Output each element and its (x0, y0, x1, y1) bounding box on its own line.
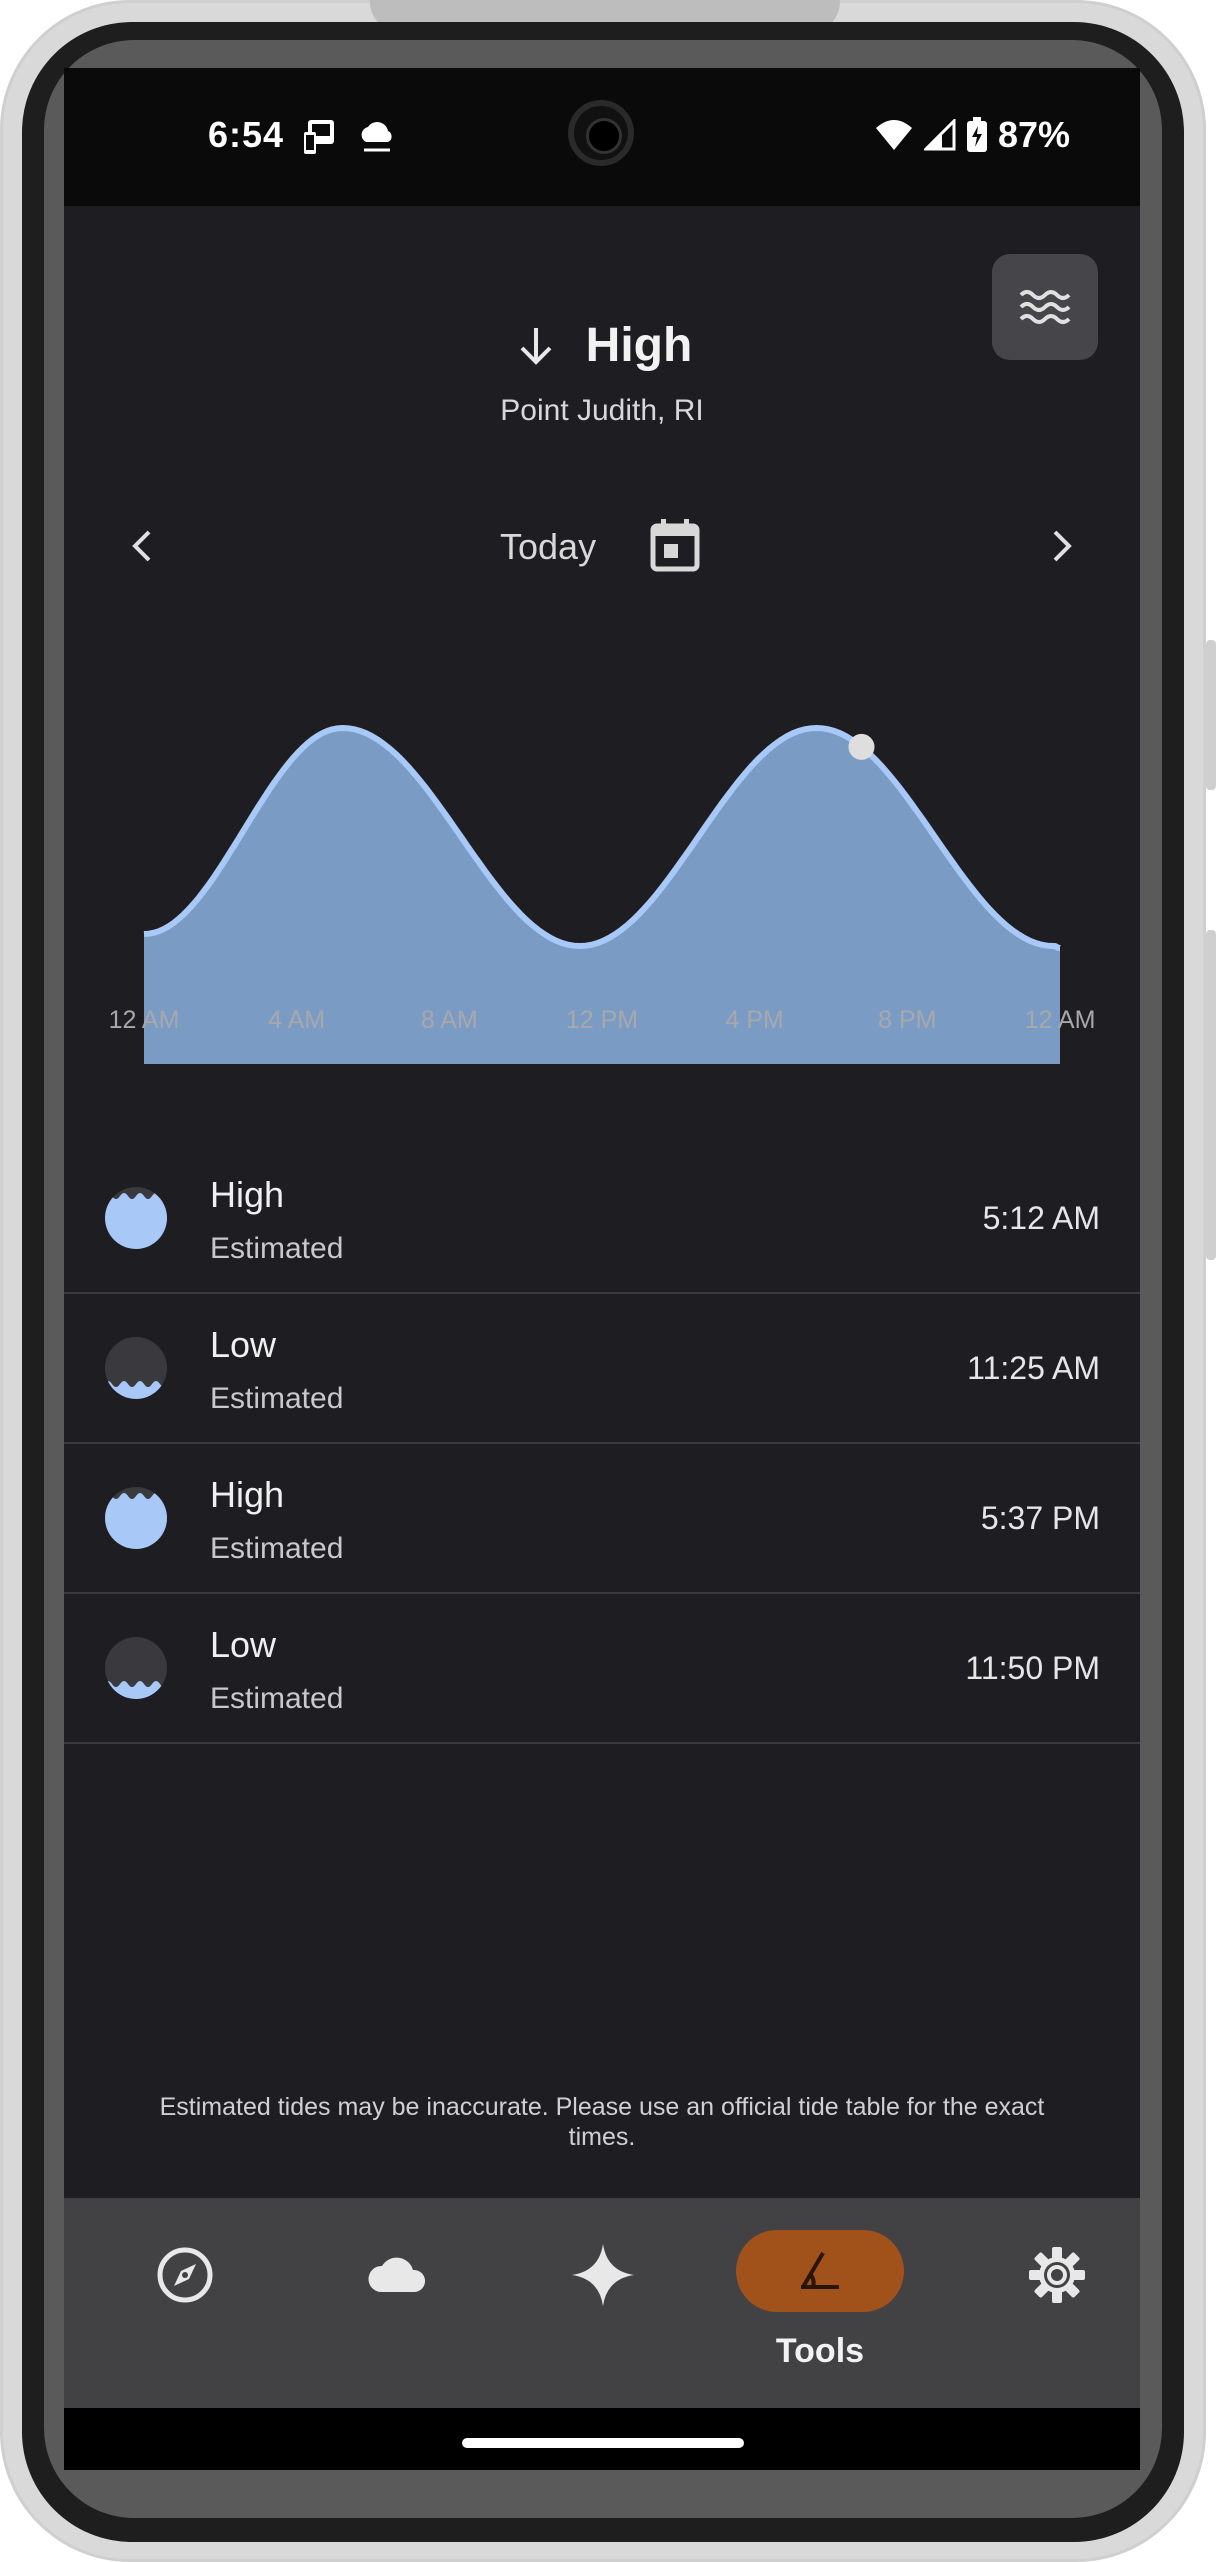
low-tide-icon (105, 1637, 167, 1699)
signal-icon (923, 119, 956, 151)
location-label: Point Judith, RI (500, 394, 704, 427)
volume-button (1206, 640, 1216, 790)
gear-icon (1029, 2247, 1085, 2303)
tide-list: High Estimated 5:12 AM Low Estimated 11:… (64, 1144, 1140, 1744)
tide-subtitle: Estimated (210, 1682, 344, 1715)
disclaimer-text: Estimated tides may be inaccurate. Pleas… (159, 2093, 1045, 2151)
nav-item-weather[interactable] (350, 2198, 446, 2408)
nav-item-navigation[interactable] (138, 2198, 232, 2408)
screen: 6:54 87% High Point Judith, RI Today 12 … (64, 68, 1140, 2470)
nav-item-tools[interactable] (736, 2230, 904, 2312)
x-tick-label: 8 AM (420, 1006, 478, 1034)
x-tick-label: 4 AM (268, 1006, 326, 1034)
device-frame: 6:54 87% High Point Judith, RI Today 12 … (0, 0, 1216, 2562)
sparkle-icon (572, 2244, 634, 2306)
high-tide-icon (105, 1187, 167, 1249)
cast-icon (304, 120, 334, 154)
tide-chart (143, 724, 1061, 1064)
waves-icon (1019, 290, 1071, 324)
x-tick-label: 12 AM (108, 1006, 180, 1034)
tide-type: High (210, 1474, 285, 1515)
protractor-icon (801, 2251, 839, 2289)
battery-percentage: 87% (997, 114, 1070, 155)
low-tide-icon (105, 1337, 167, 1399)
tide-time: 11:25 AM (967, 1350, 1100, 1386)
wifi-icon (875, 120, 912, 150)
battery-charging-icon (966, 117, 987, 152)
current-time-marker (848, 733, 875, 760)
home-gesture-bar[interactable] (462, 2438, 744, 2448)
front-camera (568, 100, 634, 166)
nav-item-settings[interactable] (1022, 2198, 1092, 2408)
calendar-button[interactable] (644, 514, 706, 576)
tide-subtitle: Estimated (210, 1382, 344, 1415)
tide-type: Low (210, 1624, 277, 1665)
tide-time: 5:12 AM (982, 1200, 1100, 1236)
nav-label-tools[interactable]: Tools (736, 2332, 904, 2371)
high-tide-icon (105, 1487, 167, 1549)
x-tick-label: 12 AM (1024, 1006, 1096, 1034)
nav-item-astronomy[interactable] (558, 2198, 648, 2408)
previous-day-button[interactable] (112, 516, 172, 576)
tide-time: 11:50 PM (965, 1650, 1100, 1686)
power-button (1206, 930, 1216, 1260)
status-time: 6:54 (208, 114, 285, 155)
next-day-button[interactable] (1032, 516, 1092, 576)
tide-type: High (210, 1174, 285, 1215)
cloud-icon (368, 2257, 426, 2292)
calendar-icon (650, 519, 700, 572)
tide-time: 5:37 PM (980, 1500, 1100, 1536)
tide-subtitle: Estimated (210, 1532, 344, 1565)
date-label: Today (500, 526, 597, 567)
list-item[interactable]: High Estimated 5:37 PM (64, 1444, 1140, 1594)
status-left-icons (302, 118, 398, 156)
status-bar: 6:54 87% (64, 68, 1140, 206)
tide-subtitle: Estimated (210, 1232, 344, 1265)
cloud-icon (361, 122, 392, 152)
tide-mode-button[interactable] (992, 254, 1098, 360)
chevron-left-icon (132, 530, 151, 562)
x-tick-label: 12 PM (565, 1006, 639, 1034)
tide-type: Low (210, 1324, 277, 1365)
list-item[interactable]: High Estimated 5:12 AM (64, 1144, 1140, 1294)
list-item[interactable]: Low Estimated 11:50 PM (64, 1594, 1140, 1744)
bottom-navigation: Tools (64, 2198, 1140, 2408)
x-tick-label: 8 PM (878, 1006, 937, 1034)
page-title: High (64, 318, 1140, 373)
arrow-down-icon (520, 327, 552, 365)
list-item[interactable]: Low Estimated 11:25 AM (64, 1294, 1140, 1444)
status-right-icons: 87% (874, 114, 1070, 156)
x-tick-label: 4 PM (725, 1006, 784, 1034)
chevron-right-icon (1053, 530, 1072, 562)
tide-status-title: High (585, 319, 693, 372)
compass-icon (157, 2247, 213, 2303)
